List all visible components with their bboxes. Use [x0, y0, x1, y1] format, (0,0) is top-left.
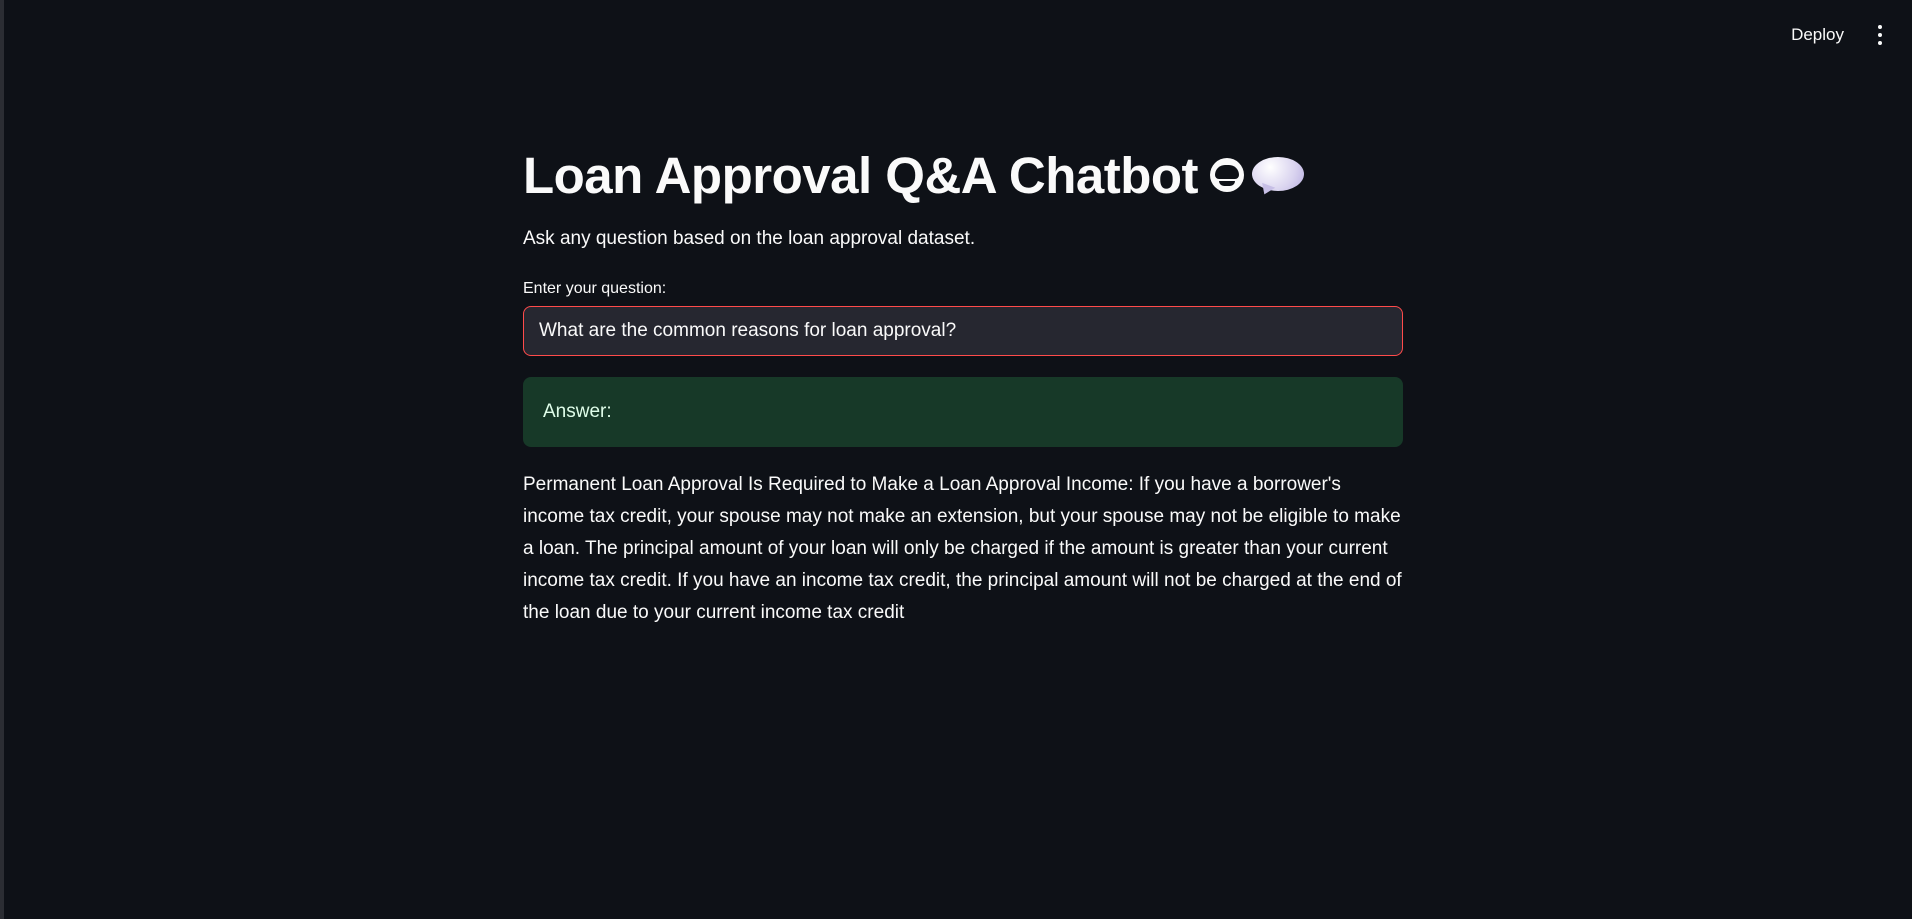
speech-bubble-icon	[1252, 155, 1306, 198]
main-content: Loan Approval Q&A Chatbot Ask any questi…	[523, 140, 1403, 629]
robot-face-icon	[1210, 158, 1245, 192]
vertical-ellipsis-icon[interactable]	[1870, 20, 1890, 50]
menu-dot	[1878, 33, 1882, 37]
menu-dot	[1878, 25, 1882, 29]
question-label: Enter your question:	[523, 280, 667, 297]
page-title: Loan Approval Q&A Chatbot	[523, 146, 1199, 204]
menu-dot	[1878, 41, 1882, 45]
title-row: Loan Approval Q&A Chatbot	[523, 140, 1403, 210]
answer-label: Answer:	[543, 401, 612, 422]
deploy-button[interactable]: Deploy	[1783, 19, 1852, 51]
answer-text: Permanent Loan Approval Is Required to M…	[523, 474, 1402, 623]
question-input[interactable]	[523, 306, 1403, 356]
answer-success-box: Answer:	[523, 377, 1403, 447]
app-window: Deploy Loan Approval Q&A Chatbot Ask any…	[0, 0, 1912, 919]
top-toolbar: Deploy	[1783, 0, 1912, 70]
page-subtitle: Ask any question based on the loan appro…	[523, 228, 976, 249]
